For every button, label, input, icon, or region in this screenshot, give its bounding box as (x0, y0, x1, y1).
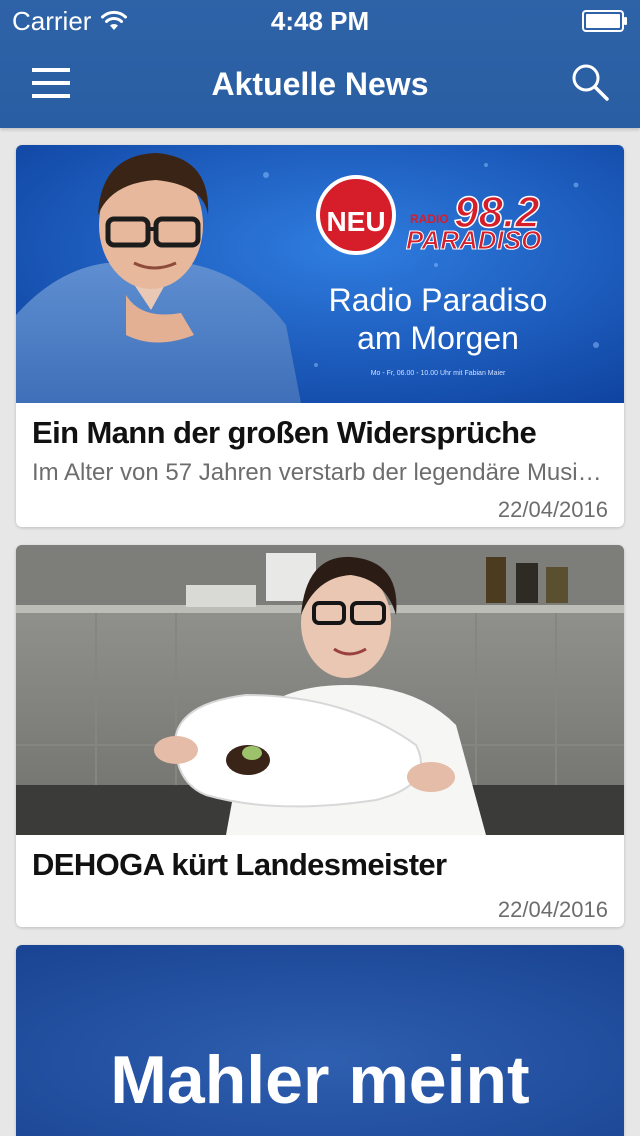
article-date: 22/04/2016 (497, 897, 608, 922)
navigation-bar: Aktuelle News (0, 40, 640, 128)
show-schedule: Mo - Fr, 06.00 - 10.00 Uhr mit Fabian Ma… (371, 370, 506, 377)
article-headline: Ein Mann der großen Widersprüche (32, 415, 537, 450)
page-title: Aktuelle News (211, 66, 429, 102)
show-title-line1: Radio Paradiso (329, 282, 548, 318)
article-image (16, 545, 624, 835)
top-bar: Carrier 4:48 PM Aktuelle News (0, 0, 640, 128)
news-card[interactable]: DEHOGA kürt Landesmeister 22/04/2016 (16, 545, 624, 927)
battery-icon (582, 10, 627, 32)
status-time: 4:48 PM (270, 6, 370, 36)
image-title: Mahler meint (110, 1042, 529, 1118)
article-image: NEU RADIO 98.2 PARADISO Radio Paradiso a… (16, 145, 624, 403)
show-title-line2: am Morgen (357, 320, 519, 356)
article-image: Mahler meint (16, 945, 624, 1136)
article-date: 22/04/2016 (497, 497, 608, 522)
status-bar: Carrier 4:48 PM (0, 0, 640, 40)
news-card[interactable]: NEU RADIO 98.2 PARADISO Radio Paradiso a… (16, 145, 624, 527)
search-icon[interactable] (570, 62, 610, 102)
badge-text: NEU (326, 206, 385, 237)
station-prefix: RADIO (410, 212, 449, 226)
article-teaser: Im Alter von 57 Jahren verstarb der lege… (32, 459, 608, 486)
article-headline: DEHOGA kürt Landesmeister (32, 847, 447, 882)
station-name: PARADISO (406, 225, 541, 255)
news-card[interactable]: Mahler meint (16, 945, 624, 1136)
